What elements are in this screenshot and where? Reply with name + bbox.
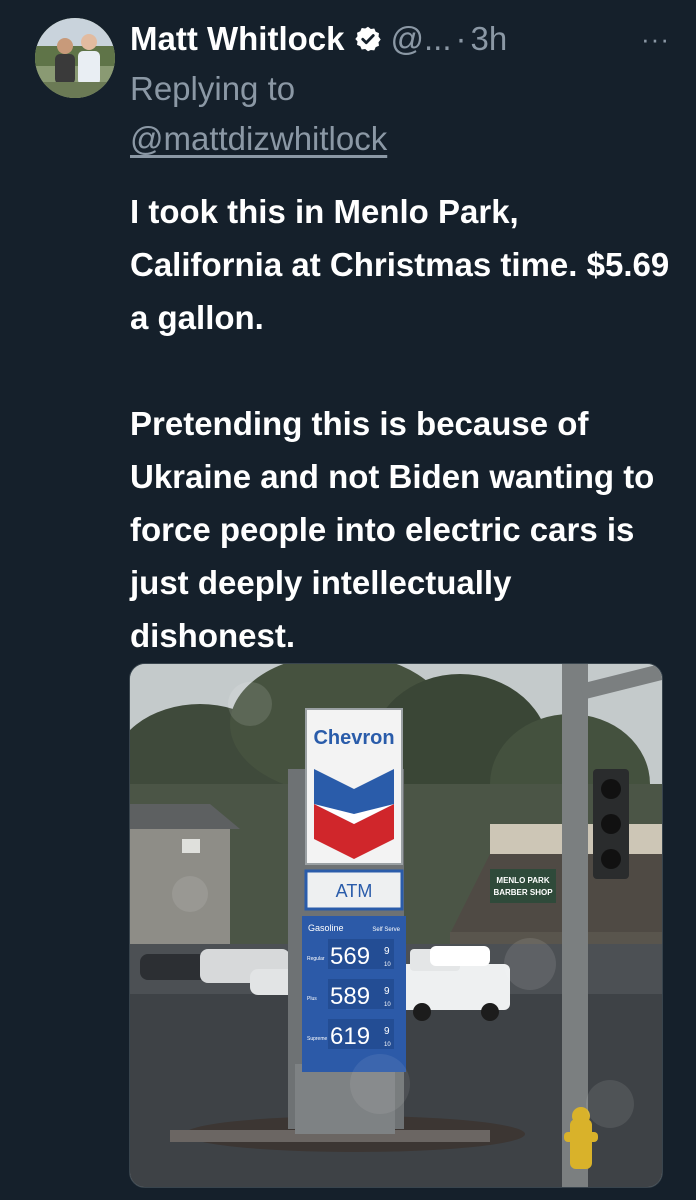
- grade-name: Supreme: [307, 1036, 328, 1042]
- grade-tenths: 10: [384, 1042, 391, 1048]
- tweet-paragraph: I took this in Menlo Park, California at…: [130, 193, 670, 336]
- grade-fraction: 9: [384, 1026, 390, 1037]
- grade-price: 619: [330, 1023, 370, 1050]
- grade-tenths: 10: [384, 1002, 391, 1008]
- gasoline-label: Gasoline: [308, 923, 344, 933]
- chevron-brand-text: Chevron: [313, 727, 394, 749]
- avatar-photo: [35, 18, 115, 98]
- more-options-icon[interactable]: ···: [641, 24, 670, 55]
- tweet-header: Matt Whitlock @... · 3h ···: [130, 16, 670, 62]
- grade-tenths: 10: [384, 962, 391, 968]
- grade-name: Plus: [307, 996, 317, 1002]
- grade-name: Regular: [307, 956, 325, 962]
- grade-price: 589: [330, 983, 370, 1010]
- replying-to-label: Replying to: [130, 70, 296, 107]
- grade-fraction: 9: [384, 946, 390, 957]
- author-name[interactable]: Matt Whitlock: [130, 20, 344, 58]
- tweet-text: I took this in Menlo Park, California at…: [130, 185, 680, 662]
- shop-sign-line2: BARBER SHOP: [493, 888, 553, 897]
- gas-station-photo: MENLO PARK BARBER SHOP Chevron ATM Gasol…: [130, 664, 662, 1187]
- self-serve-label: Self Serve: [372, 927, 400, 933]
- separator-dot: ·: [455, 20, 467, 57]
- avatar[interactable]: [35, 18, 115, 98]
- atm-sign-text: ATM: [336, 881, 373, 901]
- tweet-paragraph: Pretending this is because of Ukraine an…: [130, 405, 655, 654]
- tweet-photo[interactable]: MENLO PARK BARBER SHOP Chevron ATM Gasol…: [129, 663, 663, 1188]
- grade-fraction: 9: [384, 986, 390, 997]
- grade-price: 569: [330, 943, 370, 970]
- author-handle[interactable]: @...: [390, 20, 451, 58]
- verified-badge-icon: [355, 26, 382, 52]
- shop-sign-line1: MENLO PARK: [496, 876, 549, 885]
- timestamp[interactable]: 3h: [471, 20, 508, 58]
- reply-mention-link[interactable]: @mattdizwhitlock: [130, 120, 387, 158]
